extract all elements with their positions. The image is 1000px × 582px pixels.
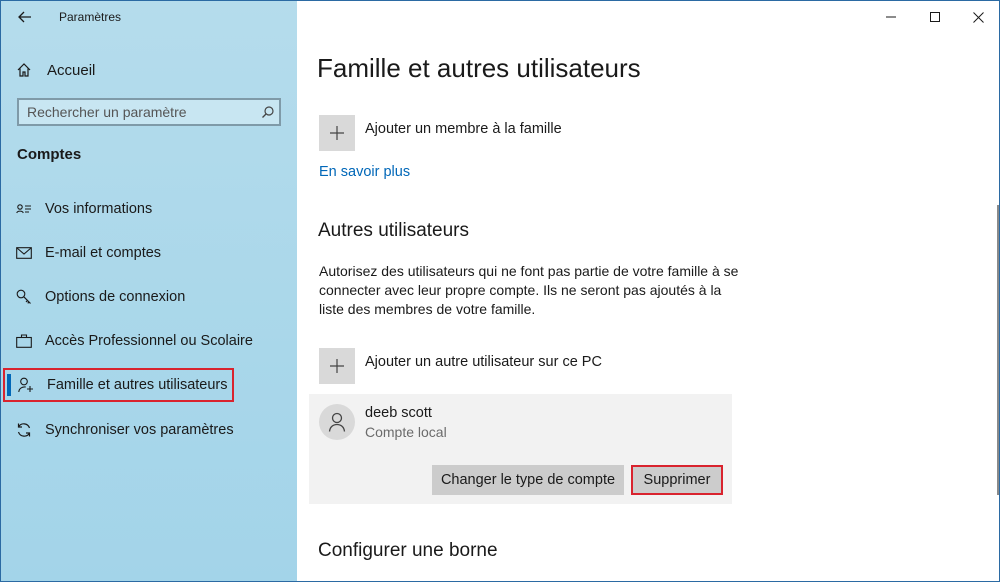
search-input[interactable] [19,100,257,124]
sidebar-item-options-connexion[interactable]: Options de connexion [15,284,285,310]
change-account-type-button[interactable]: Changer le type de compte [432,465,624,495]
user-avatar-icon [319,404,355,440]
other-users-heading: Autres utilisateurs [318,220,470,241]
close-button[interactable] [956,1,999,33]
user-account-type: Compte local [365,424,447,440]
delete-user-button[interactable]: Supprimer [631,465,723,495]
page-title: Famille et autres utilisateurs [317,53,641,83]
sidebar-item-vos-informations[interactable]: Vos informations [15,196,285,222]
other-users-description: Autorisez des utilisateurs qui ne font p… [319,263,739,317]
search-icon[interactable] [257,105,279,119]
close-icon [972,11,984,23]
sidebar-item-label: E-mail et comptes [45,245,162,261]
sidebar-item-acces-professionnel[interactable]: Accès Professionnel ou Scolaire [15,328,285,354]
add-other-user-button[interactable]: Ajouter un autre utilisateur sur ce PC [319,348,602,384]
main-pane: Famille et autres utilisateurs Ajouter u… [297,1,999,581]
sidebar-item-famille[interactable]: Famille et autres utilisateurs [3,368,234,402]
search-box [17,98,281,126]
sidebar-item-synchroniser[interactable]: Synchroniser vos paramètres [15,417,285,443]
sidebar: Paramètres Accueil Comptes Vos informati… [1,1,297,581]
back-button[interactable] [13,5,37,29]
plus-icon [319,115,355,151]
maximize-button[interactable] [913,1,957,33]
scrollbar[interactable] [997,205,999,495]
add-family-member-label: Ajouter un membre à la famille [365,121,562,137]
user-card[interactable]: deeb scott Compte local Changer le type … [309,394,732,504]
nav-home[interactable]: Accueil [15,57,275,83]
user-name: deeb scott [365,405,432,421]
home-icon [15,62,33,78]
add-other-user-label: Ajouter un autre utilisateur sur ce PC [365,354,602,370]
plus-icon [319,348,355,384]
section-heading: Comptes [17,146,82,163]
sidebar-item-label: Vos informations [45,201,153,217]
app-title: Paramètres [59,10,122,24]
add-family-member-button[interactable]: Ajouter un membre à la famille [319,115,562,151]
kiosk-heading: Configurer une borne [318,540,498,561]
back-arrow-icon [18,11,31,23]
mail-icon [15,247,33,259]
sidebar-item-label: Options de connexion [45,289,186,305]
sync-icon [15,422,33,438]
minimize-button[interactable] [869,1,913,33]
maximize-icon [930,12,940,22]
contact-card-icon [15,202,33,216]
key-icon [15,289,33,305]
learn-more-link[interactable]: En savoir plus [319,164,410,180]
sidebar-item-label: Famille et autres utilisateurs [47,377,228,393]
sidebar-item-label: Synchroniser vos paramètres [45,422,234,438]
home-label: Accueil [47,61,96,79]
briefcase-icon [15,334,33,348]
sidebar-item-email[interactable]: E-mail et comptes [15,240,285,266]
add-person-icon [17,377,35,393]
sidebar-item-label: Accès Professionnel ou Scolaire [45,333,253,349]
minimize-icon [886,16,896,18]
settings-window: Paramètres Accueil Comptes Vos informati… [0,0,1000,582]
